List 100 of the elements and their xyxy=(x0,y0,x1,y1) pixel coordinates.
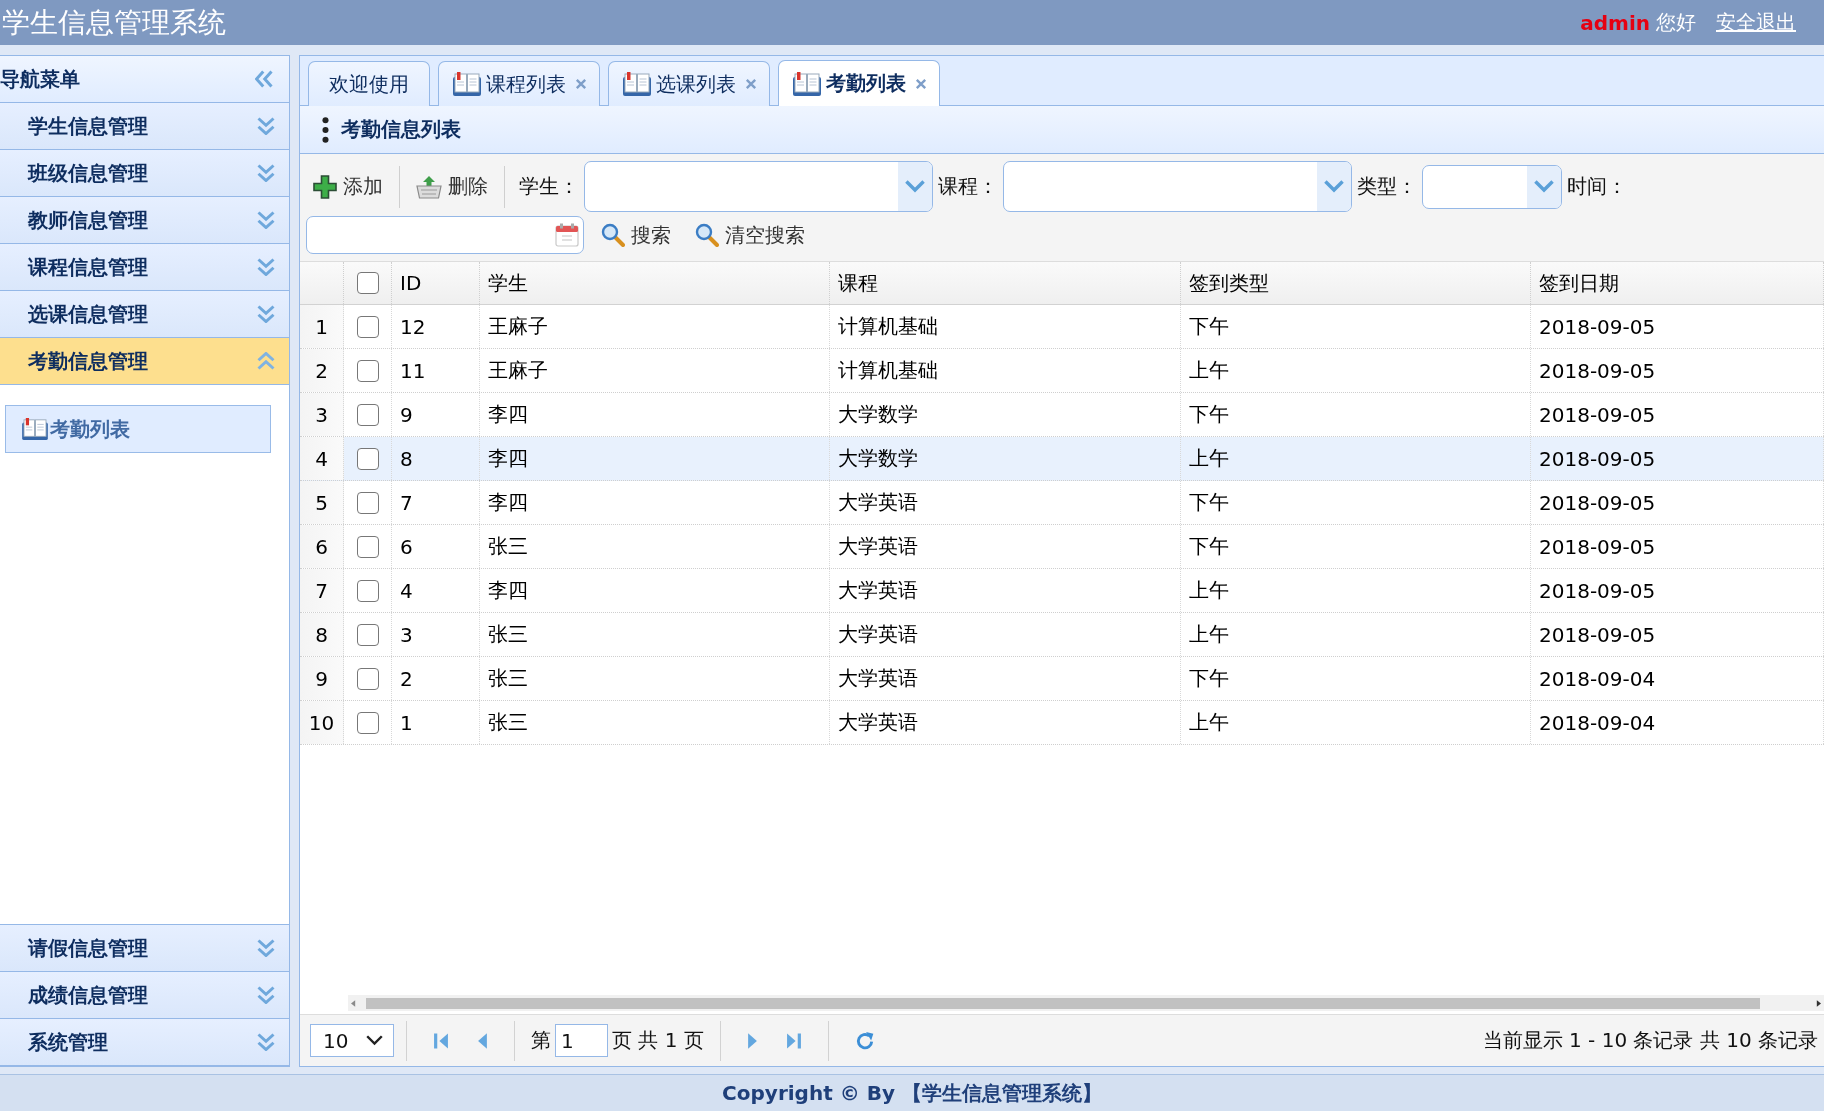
tab[interactable]: 欢迎使用 xyxy=(308,61,430,106)
triangle-right-icon[interactable] xyxy=(1816,999,1821,1007)
accordion-header[interactable]: 考勤信息管理 xyxy=(0,338,289,385)
chevrons-down-icon xyxy=(257,211,275,229)
greeting-text: 您好 xyxy=(1656,9,1696,36)
table-row[interactable]: 7 4 李四 大学英语 上午 2018-09-05 xyxy=(300,569,1824,613)
checkbox[interactable] xyxy=(356,315,379,338)
table-cell: 下午 xyxy=(1181,481,1531,524)
column-header: 签到日期 xyxy=(1531,262,1824,304)
checkbox[interactable] xyxy=(356,272,379,294)
column-header: 课程 xyxy=(830,262,1181,304)
chevron-down-icon xyxy=(1534,180,1554,193)
table-cell: 2018-09-05 xyxy=(1531,349,1824,392)
table-cell: 李四 xyxy=(480,393,830,436)
close-icon[interactable] xyxy=(915,77,927,90)
accordion-header[interactable]: 课程信息管理 xyxy=(0,244,289,291)
close-icon[interactable] xyxy=(745,78,757,90)
next-page-icon[interactable] xyxy=(746,1031,758,1050)
delete-button[interactable]: 删除 xyxy=(409,167,495,206)
tab[interactable]: 课程列表 xyxy=(438,61,600,106)
table-cell: 下午 xyxy=(1181,393,1531,436)
combo-field[interactable] xyxy=(1422,164,1562,209)
chevrons-left-icon[interactable] xyxy=(255,70,273,88)
dropdown-button[interactable] xyxy=(898,162,932,211)
chevron-down-icon xyxy=(905,180,925,193)
table-cell: 张三 xyxy=(480,525,830,568)
checkbox[interactable] xyxy=(356,359,379,382)
filter-label: 时间： xyxy=(1567,173,1627,200)
table-row[interactable]: 6 6 张三 大学英语 下午 2018-09-05 xyxy=(300,525,1824,569)
table-cell: 8 xyxy=(392,437,480,480)
tab[interactable]: 考勤列表 xyxy=(778,60,940,106)
table-cell: 大学英语 xyxy=(830,525,1181,568)
first-page-icon[interactable] xyxy=(433,1031,449,1050)
scroll-thumb[interactable] xyxy=(366,997,1760,1009)
column-header: 签到类型 xyxy=(1181,262,1531,304)
menu-link[interactable]: 考勤列表 xyxy=(5,405,271,453)
checkbox[interactable] xyxy=(356,623,379,646)
search-icon xyxy=(601,223,625,247)
chevrons-down-icon xyxy=(257,117,275,135)
user-name: admin xyxy=(1580,10,1650,35)
previous-page-icon[interactable] xyxy=(477,1031,488,1050)
table-cell: 6 xyxy=(392,525,480,568)
table-cell: 2018-09-05 xyxy=(1531,393,1824,436)
combo-field[interactable] xyxy=(1003,161,1352,212)
last-page-icon[interactable] xyxy=(785,1031,802,1050)
accordion-header[interactable]: 请假信息管理 xyxy=(0,925,289,972)
table-row[interactable]: 10 1 张三 大学英语 上午 2018-09-04 xyxy=(300,701,1824,745)
clear-search-button[interactable]: 清空搜索 xyxy=(688,216,812,254)
chevrons-down-icon xyxy=(257,939,275,957)
horizontal-scrollbar[interactable] xyxy=(348,995,1824,1011)
close-icon[interactable] xyxy=(575,78,587,90)
checkbox[interactable] xyxy=(356,711,379,734)
table-row[interactable]: 8 3 张三 大学英语 上午 2018-09-05 xyxy=(300,613,1824,657)
table-cell: 1 xyxy=(392,701,480,744)
combo-field[interactable] xyxy=(584,161,933,212)
checkbox[interactable] xyxy=(356,491,379,514)
accordion-header[interactable]: 选课信息管理 xyxy=(0,291,289,338)
row-number: 9 xyxy=(300,657,344,700)
accordion-header[interactable]: 系统管理 xyxy=(0,1019,289,1066)
table-row[interactable]: 1 12 王麻子 计算机基础 下午 2018-09-05 xyxy=(300,305,1824,349)
dropdown-button[interactable] xyxy=(1527,165,1561,208)
table-cell: 张三 xyxy=(480,613,830,656)
table-cell: 9 xyxy=(392,393,480,436)
table-row[interactable]: 3 9 李四 大学数学 下午 2018-09-05 xyxy=(300,393,1824,437)
checkbox[interactable] xyxy=(356,667,379,690)
accordion-header[interactable]: 成绩信息管理 xyxy=(0,972,289,1019)
triangle-left-icon[interactable] xyxy=(351,999,356,1007)
chevron-down-icon xyxy=(1324,180,1344,193)
table-cell: 计算机基础 xyxy=(830,305,1181,348)
checkbox[interactable] xyxy=(356,579,379,602)
tab[interactable]: 选课列表 xyxy=(608,61,770,106)
accordion-header[interactable]: 学生信息管理 xyxy=(0,103,289,150)
accordion-header[interactable]: 班级信息管理 xyxy=(0,150,289,197)
table-row[interactable]: 9 2 张三 大学英语 下午 2018-09-04 xyxy=(300,657,1824,701)
calendar-icon[interactable] xyxy=(555,223,579,247)
table-cell: 2018-09-04 xyxy=(1531,701,1824,744)
date-field[interactable] xyxy=(306,216,584,254)
checkbox[interactable] xyxy=(356,535,379,558)
dropdown-button[interactable] xyxy=(1317,162,1351,211)
chevrons-down-icon xyxy=(257,1033,275,1051)
table-cell: 2018-09-05 xyxy=(1531,525,1824,568)
table-cell: 大学英语 xyxy=(830,657,1181,700)
checkbox[interactable] xyxy=(356,403,379,426)
table-cell: 李四 xyxy=(480,569,830,612)
search-button[interactable]: 搜索 xyxy=(594,216,678,254)
table-row[interactable]: 5 7 李四 大学英语 下午 2018-09-05 xyxy=(300,481,1824,525)
table-cell: 2018-09-05 xyxy=(1531,305,1824,348)
table-row[interactable]: 2 11 王麻子 计算机基础 上午 2018-09-05 xyxy=(300,349,1824,393)
pager-label: 第 xyxy=(531,1027,551,1054)
table-cell: 李四 xyxy=(480,481,830,524)
checkbox[interactable] xyxy=(356,447,379,470)
accordion-header[interactable]: 教师信息管理 xyxy=(0,197,289,244)
refresh-icon[interactable] xyxy=(854,1030,875,1051)
copyright-text: Copyright © By 【学生信息管理系统】 xyxy=(722,1079,1102,1107)
filter-label: 类型： xyxy=(1357,173,1417,200)
page-input[interactable]: 1 xyxy=(555,1024,608,1057)
page-size-select[interactable]: 10 xyxy=(310,1024,394,1057)
book-icon xyxy=(623,72,651,96)
table-row[interactable]: 4 8 李四 大学数学 上午 2018-09-05 xyxy=(300,437,1824,481)
add-button[interactable]: 添加 xyxy=(306,167,390,206)
